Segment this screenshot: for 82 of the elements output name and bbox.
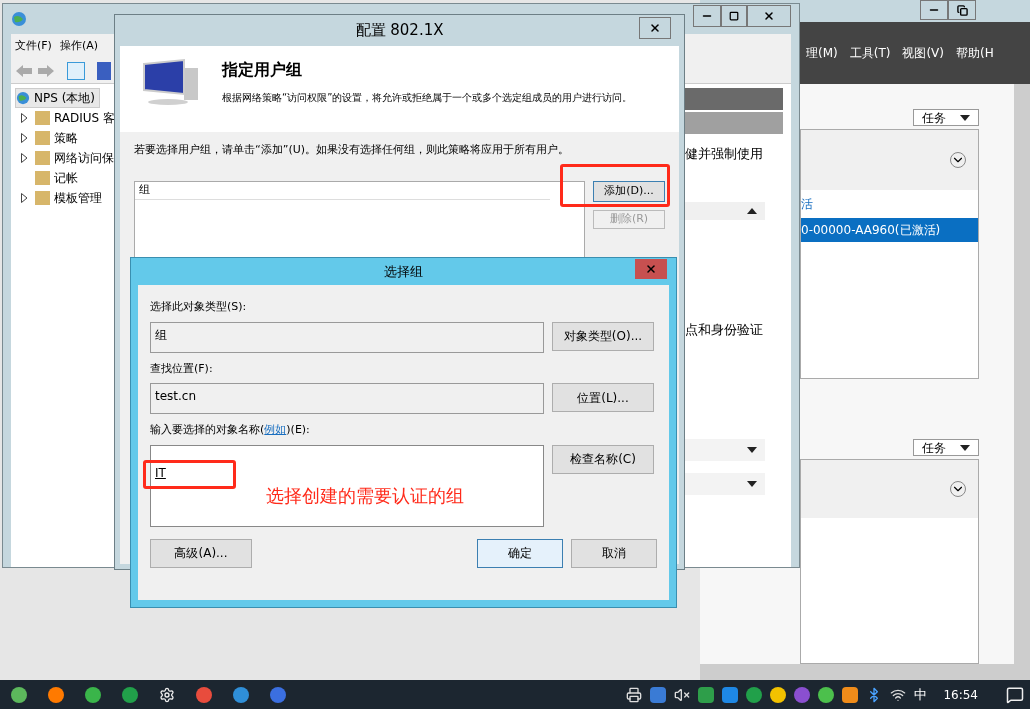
clock[interactable]: 16:54 [943, 685, 978, 704]
dialog-title: 配置 802.1X [355, 20, 444, 42]
menu-item[interactable]: 理(M) [806, 44, 838, 62]
app-icon[interactable] [722, 686, 739, 703]
close-button[interactable] [635, 259, 667, 279]
field-label: 选择此对象类型(S): [150, 299, 248, 315]
tasks-dropdown[interactable]: 任务 [913, 109, 979, 126]
pane-text: 健并强制使用 [685, 145, 763, 163]
tree-item[interactable]: 记帐 [54, 169, 78, 187]
muted-speaker-icon[interactable] [674, 686, 691, 703]
app-icon[interactable] [47, 686, 64, 703]
app-icon[interactable] [842, 686, 859, 703]
globe-icon [11, 11, 27, 27]
down-triangle-icon [747, 447, 757, 453]
tree-item[interactable]: 网络访问保 [54, 149, 114, 167]
node-icon [35, 111, 50, 125]
field-label: 输入要选择的对象名称(例如)(E): [150, 422, 311, 438]
menu-item[interactable]: 工具(T) [849, 44, 891, 62]
gear-icon[interactable] [158, 686, 175, 703]
node-icon [35, 151, 50, 165]
restore-icon [956, 4, 968, 16]
node-icon [35, 131, 50, 145]
menu-item[interactable]: 视图(V) [902, 44, 944, 62]
readonly-field: test.cn [150, 383, 544, 414]
field-label: 查找位置(F): [150, 360, 214, 377]
dialog-button[interactable]: 高级(A)... [150, 538, 252, 568]
maximize-icon [729, 11, 739, 21]
up-triangle-icon [747, 207, 757, 214]
down-triangle-icon [960, 114, 970, 121]
section-heading: 指定用户组 [222, 59, 303, 81]
node-icon [35, 191, 50, 205]
printer-icon[interactable] [626, 686, 643, 703]
globe-icon [16, 91, 30, 105]
app-icon[interactable] [84, 686, 101, 703]
tree-item[interactable]: 模板管理 [54, 189, 102, 207]
app-icon[interactable] [770, 686, 787, 703]
maximize-button[interactable] [721, 5, 747, 27]
ime-indicator[interactable]: 中 [914, 684, 928, 705]
dialog-button[interactable]: 检查名称(C) [552, 444, 654, 474]
scrollbar[interactable] [700, 664, 1030, 680]
tree-item[interactable]: NPS (本地) [15, 88, 100, 108]
tree-item[interactable]: RADIUS 客 [54, 109, 116, 127]
tasks-dropdown[interactable]: 任务 [913, 439, 979, 456]
example-link[interactable]: 例如 [264, 423, 287, 436]
description: 根据网络策略“访问权限”的设置，将允许或拒绝属于一个或多个选定组成员的用户进行访问。 [222, 91, 633, 105]
link[interactable]: 活 [801, 195, 813, 213]
list-row[interactable]: 0-00000-AA960(已激活) [801, 218, 978, 242]
app-icon[interactable] [232, 686, 249, 703]
scrollbar[interactable] [1014, 84, 1030, 664]
dialog-button[interactable]: 添加(D)... [593, 180, 665, 202]
ok-button[interactable]: 确定 [477, 538, 563, 568]
menu-item[interactable]: 帮助(H [956, 44, 994, 62]
restore-button[interactable] [948, 0, 976, 20]
annotation-text: 选择创建的需要认证的组 [266, 484, 464, 508]
close-button[interactable] [747, 5, 791, 27]
down-triangle-icon [960, 444, 970, 451]
menu-item[interactable]: 文件(F) [15, 37, 52, 55]
minimize-button[interactable] [693, 5, 721, 27]
close-button[interactable] [639, 17, 671, 39]
down-triangle-icon [747, 481, 757, 487]
pane-text: 点和身份验证 [685, 320, 763, 339]
notification-icon[interactable] [1006, 685, 1024, 704]
close-icon [763, 10, 775, 22]
app-icon[interactable] [818, 686, 835, 703]
column-header[interactable]: 组 [135, 181, 550, 200]
node-icon [35, 171, 50, 185]
close-icon [649, 22, 661, 34]
menu-item[interactable]: 操作(A) [59, 37, 99, 55]
tree-item[interactable]: 策略 [54, 129, 78, 147]
app-icon[interactable] [746, 686, 763, 703]
dialog-button[interactable]: 位置(L)... [552, 383, 654, 412]
app-icon[interactable] [121, 686, 138, 703]
dialog-title: 选择组 [384, 262, 423, 281]
expand-triangle-icon[interactable] [21, 193, 28, 203]
minimize-button[interactable] [920, 0, 948, 20]
cancel-button[interactable]: 取消 [571, 538, 657, 568]
close-icon [645, 263, 657, 275]
readonly-field: 组 [150, 321, 544, 353]
app-icon[interactable] [10, 686, 27, 703]
dialog-button[interactable]: 对象类型(O)... [552, 321, 654, 351]
app-icon[interactable] [195, 686, 212, 703]
instruction: 若要选择用户组，请单击“添加”(U)。如果没有选择任何组，则此策略将应用于所有用户。 [134, 142, 571, 158]
